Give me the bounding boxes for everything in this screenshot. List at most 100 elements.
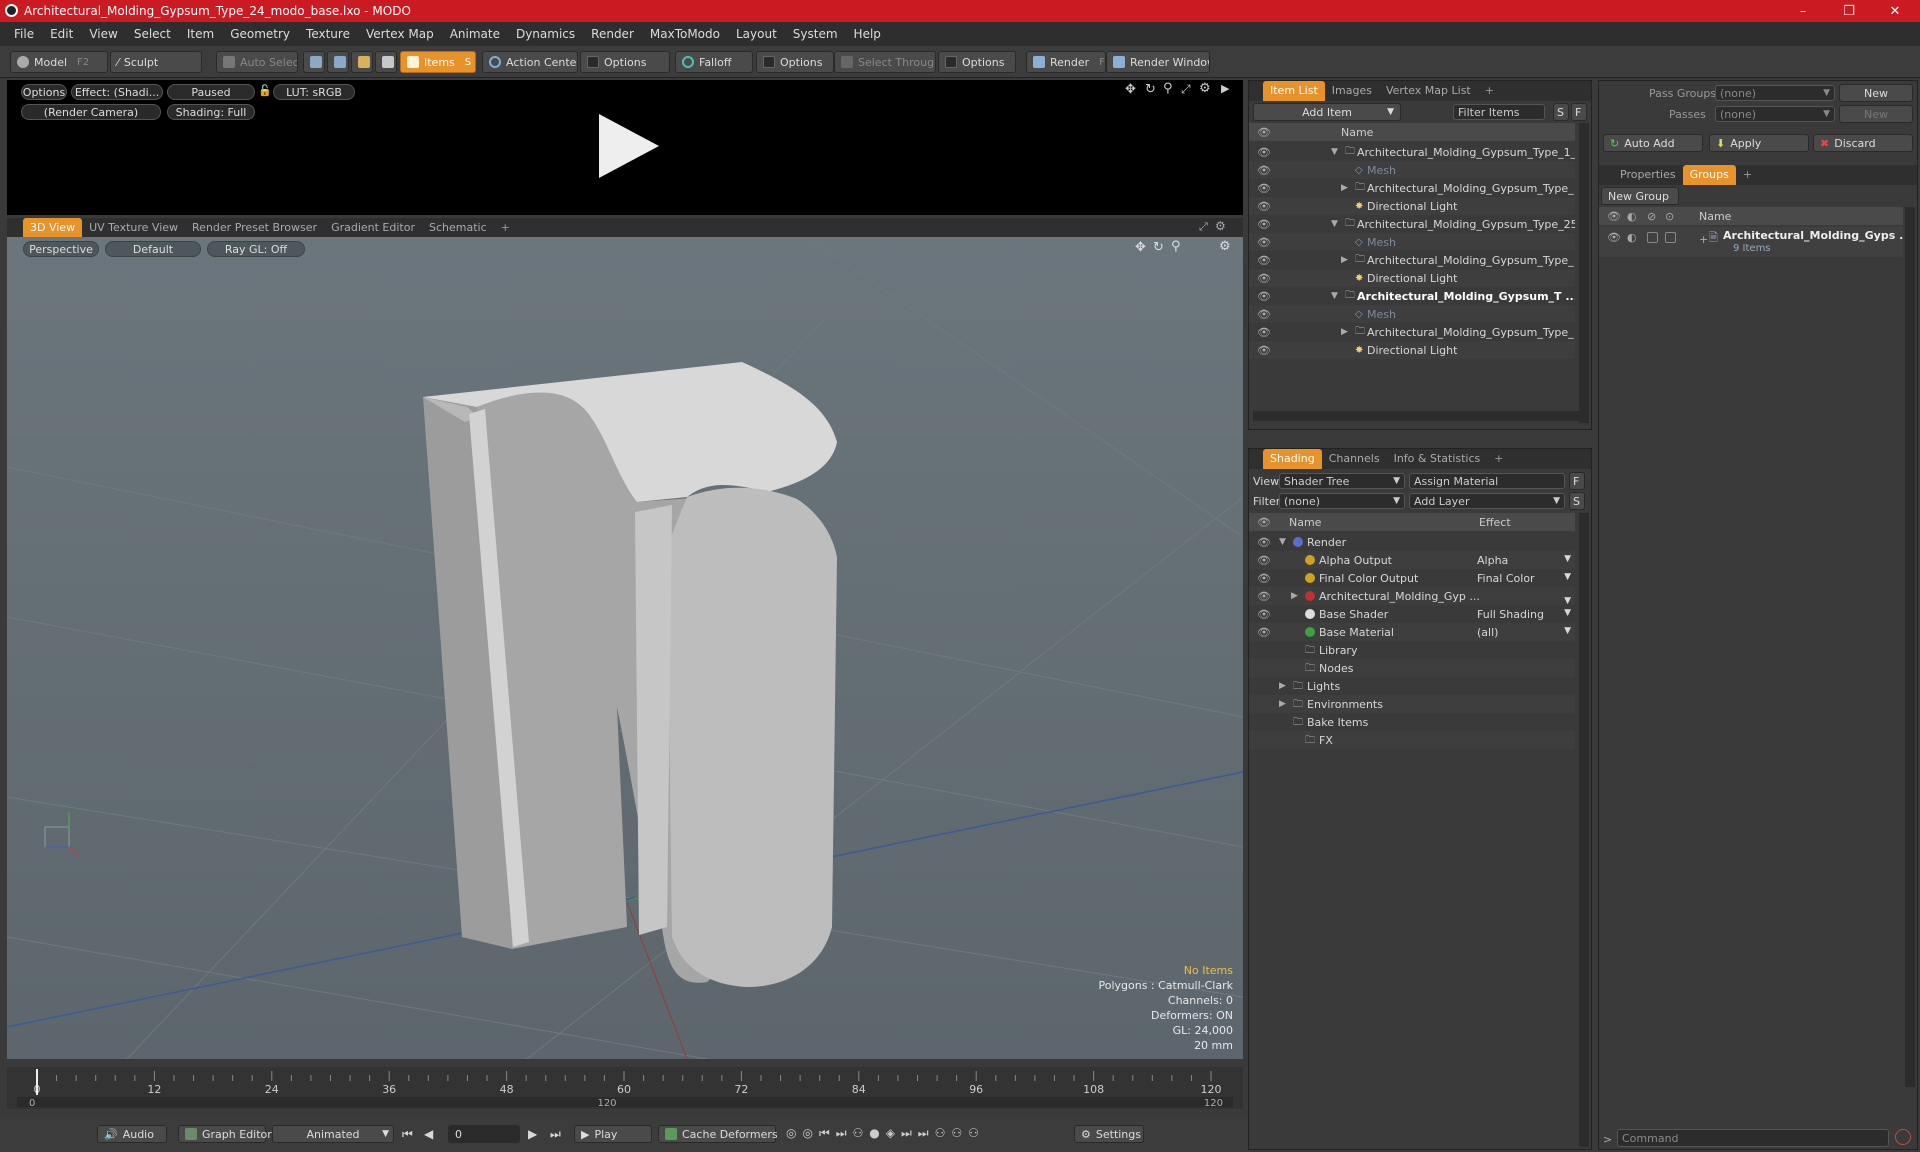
falloff-button[interactable]: Falloff	[675, 51, 753, 73]
first-frame-icon[interactable]: ⏮	[402, 1127, 413, 1142]
shader-tree-row[interactable]: 🗀 Library	[1249, 641, 1575, 659]
collapse-arrow-icon[interactable]: ▼	[1331, 291, 1338, 301]
passes-dropdown[interactable]: (none) ▼	[1715, 106, 1835, 122]
item-list-row[interactable]: 👁 ✸ Directional Light	[1249, 341, 1575, 359]
menu-file[interactable]: File	[6, 27, 42, 41]
shading-tab-shading[interactable]: Shading	[1263, 449, 1322, 469]
shader-effect-dropdown[interactable]: Final Color ▼	[1477, 572, 1573, 585]
shader-tree-row[interactable]: ▶ 🗀 Environments	[1249, 695, 1575, 713]
play-button[interactable]: ▶ Play	[574, 1125, 652, 1143]
paused-button[interactable]: Paused	[167, 84, 255, 100]
groups-tab-properties[interactable]: Properties	[1613, 165, 1683, 185]
add-item-button[interactable]: Add Item ▼	[1253, 103, 1401, 121]
menu-item[interactable]: Item	[179, 27, 222, 41]
vertex-select-button[interactable]	[303, 51, 325, 73]
menu-render[interactable]: Render	[583, 27, 642, 41]
assign-material-button[interactable]: Assign Material	[1409, 473, 1565, 489]
collapse-arrow-icon[interactable]: ▼	[1331, 147, 1338, 157]
render-window-button[interactable]: Render Window	[1106, 51, 1210, 73]
viewport-tab-uv-texture-view[interactable]: UV Texture View	[82, 218, 185, 238]
lock-icon[interactable]: 🔓	[258, 84, 272, 97]
vp-rotate-icon[interactable]: ↻	[1153, 240, 1164, 255]
item-list-tab-vertex-map-list[interactable]: Vertex Map List	[1379, 81, 1478, 101]
timeline-range-bar[interactable]	[17, 1097, 1233, 1107]
select-through-button[interactable]: Select Through	[834, 51, 936, 73]
visibility-eye-icon[interactable]: 👁	[1257, 254, 1271, 267]
items-mode-button[interactable]: Items S	[400, 51, 476, 73]
viewport-tab-gradient-editor[interactable]: Gradient Editor	[324, 218, 422, 238]
visibility-eye-icon[interactable]: 👁	[1257, 344, 1271, 357]
visibility-eye-icon[interactable]: 👁	[1257, 536, 1271, 549]
command-help-icon[interactable]	[1895, 1129, 1911, 1145]
vp-zoom-icon[interactable]: ⚲	[1171, 239, 1181, 254]
menu-geometry[interactable]: Geometry	[222, 27, 298, 41]
timeline[interactable]: 012243648607284961081200120120	[7, 1067, 1243, 1109]
item-list-row[interactable]: 👁 ▶ 🗀 Architectural_Molding_Gypsum_Type_ ..…	[1249, 323, 1575, 341]
pass-groups-dropdown[interactable]: (none) ▼	[1715, 85, 1835, 101]
shader-tree-row[interactable]: 🗀 Nodes	[1249, 659, 1575, 677]
groups-tab-groups[interactable]: Groups	[1682, 165, 1736, 185]
visibility-eye-icon[interactable]: 👁	[1257, 182, 1271, 195]
preview-options-button[interactable]: Options	[21, 84, 67, 100]
shader-tree-row[interactable]: 👁 Final Color Output Final Color ▼	[1249, 569, 1575, 587]
view-dropdown[interactable]: Shader Tree ▼	[1279, 473, 1405, 489]
visibility-eye-icon[interactable]: 👁	[1607, 231, 1621, 244]
menu-system[interactable]: System	[785, 27, 846, 41]
last-frame-icon[interactable]: ⏭	[550, 1127, 561, 1142]
vp-move-icon[interactable]: ✥	[1135, 240, 1146, 255]
visibility-eye-icon[interactable]: 👁	[1257, 218, 1271, 231]
lock-checkbox[interactable]	[1647, 232, 1658, 243]
new-group-button[interactable]: New Group	[1601, 187, 1679, 205]
shader-tree-row[interactable]: 👁 ▶ Architectural_Molding_Gyp ... ▼	[1249, 587, 1575, 605]
expand-arrow-icon[interactable]: ▶	[1341, 255, 1348, 265]
prev-frame-icon[interactable]: ◀	[424, 1127, 433, 1141]
expand-arrow-icon[interactable]: ▶	[1341, 327, 1348, 337]
add-layer-dropdown[interactable]: Add Layer ▼	[1409, 493, 1565, 509]
cache-deformers-button[interactable]: Cache Deformers	[658, 1125, 778, 1143]
menu-layout[interactable]: Layout	[728, 27, 785, 41]
camera-dropdown[interactable]: (Render Camera)	[21, 104, 161, 120]
viewport-tab-render-preset-browser[interactable]: Render Preset Browser	[185, 218, 324, 238]
next-frame-icon[interactable]: ▶	[528, 1127, 537, 1141]
shading-dropdown[interactable]: Shading: Full	[167, 104, 255, 120]
select-through-options-button[interactable]: Options	[938, 51, 1016, 73]
menu-animate[interactable]: Animate	[442, 27, 508, 41]
graph-editor-button[interactable]: Graph Editor	[178, 1125, 272, 1143]
render-button[interactable]: RenderF9	[1026, 51, 1106, 73]
shader-tree-row[interactable]: 👁 Base Shader Full Shading ▼	[1249, 605, 1575, 623]
visibility-eye-icon[interactable]: 👁	[1257, 608, 1271, 621]
lut-dropdown[interactable]: LUT: sRGB	[273, 84, 355, 100]
auto-add-button[interactable]: ↻ Auto Add	[1603, 134, 1703, 152]
menu-vertex-map[interactable]: Vertex Map	[358, 27, 442, 41]
item-list-tab-images[interactable]: Images	[1325, 81, 1379, 101]
shader-tree-row[interactable]: 👁 Base Material (all) ▼	[1249, 623, 1575, 641]
item-list-row[interactable]: 👁 ◇ Mesh	[1249, 161, 1575, 179]
visibility-eye-icon[interactable]: 👁	[1257, 308, 1271, 321]
viewport-expand-icon[interactable]: ⤢	[1199, 220, 1208, 234]
viewport-tab-3d-view[interactable]: 3D View	[23, 218, 83, 238]
key-icons-group[interactable]: ◎◎⏮⏭⚇●◈⏭⏭⚇⚇⚇	[786, 1126, 985, 1141]
item-list-row[interactable]: 👁 ◇ Mesh	[1249, 305, 1575, 323]
visibility-eye-icon[interactable]: 👁	[1257, 290, 1271, 303]
item-list-row[interactable]: 👁 ▼ 🗀 Architectural_Molding_Gypsum_T ...	[1249, 287, 1575, 305]
maximize-button[interactable]: ❐	[1826, 0, 1872, 22]
item-list-scrollbar[interactable]	[1579, 123, 1589, 423]
gear-icon[interactable]: ⚙	[1199, 81, 1211, 96]
visibility-eye-icon[interactable]: 👁	[1257, 146, 1271, 159]
new-pass-button[interactable]: New	[1839, 105, 1913, 123]
zoom-icon[interactable]: ⚲	[1163, 81, 1173, 96]
close-button[interactable]: ✕	[1872, 0, 1918, 22]
filter-items-input[interactable]: Filter Items	[1453, 104, 1545, 120]
item-list-row[interactable]: 👁 ✸ Directional Light	[1249, 269, 1575, 287]
shading-tab-info-statistics[interactable]: Info & Statistics	[1387, 449, 1488, 469]
shader-tree-row[interactable]: 👁 ▼ Render	[1249, 533, 1575, 551]
falloff-options-button[interactable]: Options	[756, 51, 834, 73]
default-style-dropdown[interactable]: Default	[105, 241, 201, 257]
maximize-icon[interactable]: ⤢	[1181, 82, 1191, 97]
groups-tab-add[interactable]: +	[1736, 165, 1759, 185]
collapse-arrow-icon[interactable]: ▼	[1279, 537, 1286, 547]
viewport-gear-icon[interactable]: ⚙	[1215, 219, 1226, 233]
shading-tab-channels[interactable]: Channels	[1322, 449, 1387, 469]
filter-f-button[interactable]: F	[1571, 103, 1587, 121]
animated-dropdown[interactable]: Animated ▼	[272, 1125, 394, 1143]
